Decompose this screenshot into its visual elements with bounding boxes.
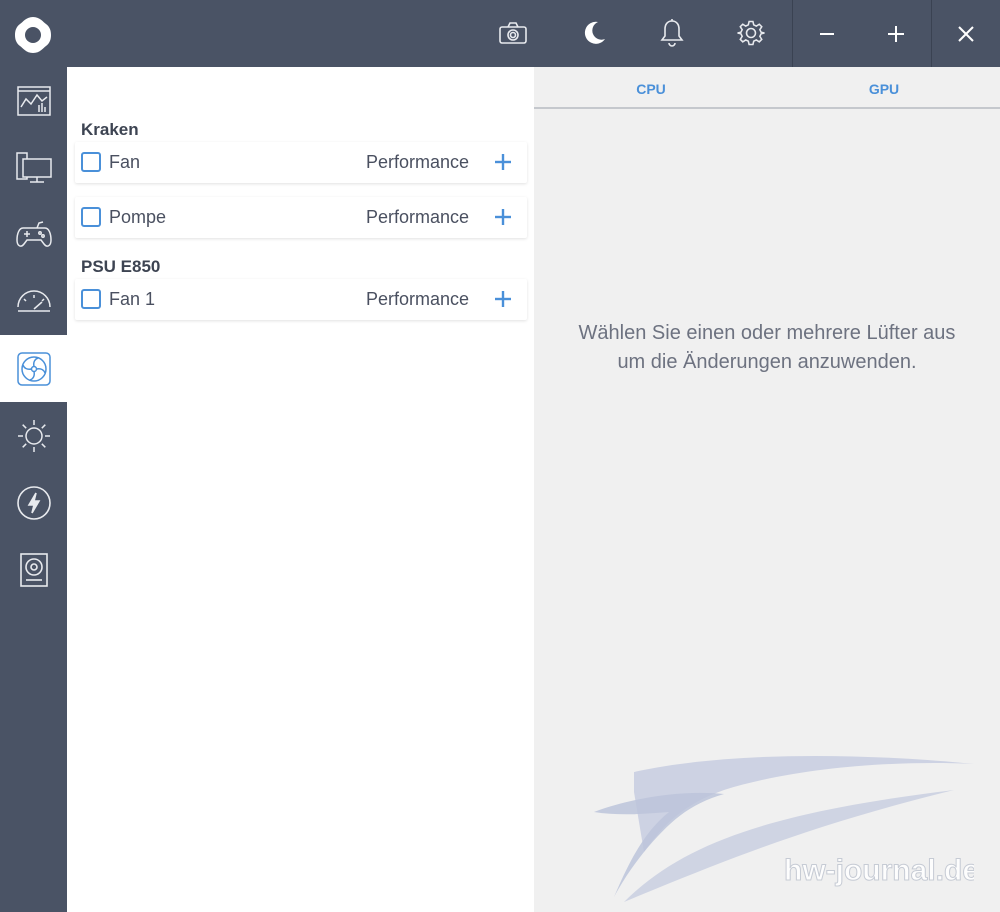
device-name: Pompe (109, 207, 167, 227)
device-profile[interactable]: Performance (366, 152, 469, 173)
watermark-logo: hw-journal.de (594, 755, 974, 902)
group-title-kraken: Kraken (81, 120, 139, 139)
sidebar-item-tuning[interactable] (0, 268, 67, 335)
device-list-panel: Kraken Fan Performance Pompe Performance… (67, 67, 534, 912)
minimize-button[interactable] (793, 0, 861, 67)
sidebar-item-gaming[interactable] (0, 201, 67, 268)
device-row-fan-1: Fan 1 Performance (75, 279, 527, 320)
sidebar-item-power[interactable] (0, 469, 67, 536)
empty-state-message: Wählen Sie einen oder mehrere Lüfter aus… (578, 322, 956, 373)
curve-panel: CPU GPU Wählen Sie einen oder mehrere Lü… (534, 67, 1000, 912)
sidebar-item-audio[interactable] (0, 536, 67, 603)
plus-icon (495, 209, 511, 225)
add-profile-button[interactable] (491, 287, 515, 311)
app-logo-icon (15, 17, 51, 53)
add-profile-button[interactable] (491, 150, 515, 174)
device-row-fan: Fan Performance (75, 142, 527, 183)
sidebar-item-dashboard[interactable] (0, 67, 67, 134)
maximize-button[interactable] (861, 0, 931, 67)
sidebar-item-cooling[interactable] (0, 335, 67, 402)
group-title-psu: PSU E850 (81, 257, 161, 276)
device-checkbox[interactable] (81, 207, 101, 227)
audio-speaker-icon (19, 552, 48, 587)
device-checkbox[interactable] (81, 152, 101, 172)
add-profile-button[interactable] (491, 205, 515, 229)
gear-icon[interactable] (734, 16, 768, 50)
device-profile[interactable]: Performance (366, 207, 469, 228)
bell-icon[interactable] (655, 16, 689, 50)
sidebar (0, 67, 67, 912)
speedometer-icon (16, 289, 51, 312)
title-bar (0, 0, 1000, 67)
lightning-power-icon (16, 485, 51, 520)
tab-gpu[interactable]: GPU (834, 81, 934, 97)
moon-icon[interactable] (577, 16, 611, 50)
minimize-icon (820, 32, 834, 35)
fan-icon (16, 351, 51, 386)
device-profile[interactable]: Performance (366, 289, 469, 310)
device-name: Fan 1 (109, 289, 156, 309)
tab-bar: CPU GPU (534, 67, 1000, 109)
plus-icon (495, 154, 511, 170)
tab-cpu[interactable]: CPU (601, 81, 701, 97)
device-name: Fan (109, 152, 141, 172)
device-row-pompe: Pompe Performance (75, 197, 527, 238)
sun-lighting-icon (17, 419, 50, 452)
gamepad-icon (15, 220, 52, 247)
watermark-text: hw-journal.de (784, 854, 974, 887)
close-icon (958, 25, 974, 42)
dashboard-chart-icon (16, 85, 51, 116)
maximize-icon (888, 25, 904, 42)
device-checkbox[interactable] (81, 289, 101, 309)
sidebar-item-lighting[interactable] (0, 402, 67, 469)
close-button[interactable] (932, 0, 1000, 67)
camera-icon[interactable] (496, 16, 530, 50)
sidebar-item-pc[interactable] (0, 134, 67, 201)
plus-icon (495, 291, 511, 307)
pc-monitor-icon (15, 151, 52, 183)
